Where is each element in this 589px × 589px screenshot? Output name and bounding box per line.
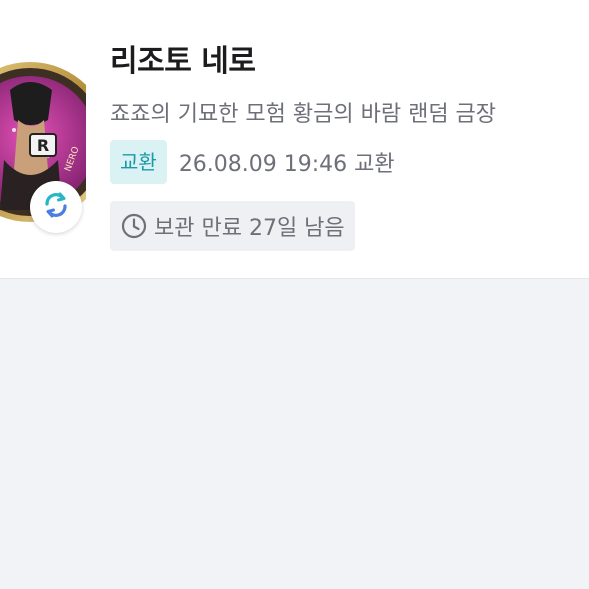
datetime-status: 26.08.09 19:46 교환 [178, 152, 395, 177]
status-row: 교환 26.08.09 19:46 교환 [110, 140, 395, 184]
exchange-badge: 교환 [110, 140, 167, 184]
item-description: 죠죠의 기묘한 모험 황금의 바람 랜덤 금장 [110, 102, 497, 127]
swap-icon [41, 190, 71, 224]
expiry-text: 보관 만료 27일 남음 [154, 216, 345, 241]
item-title: 리조토 네로 [110, 44, 256, 79]
swap-badge [30, 181, 82, 233]
item-card[interactable]: R NERO 리조토 네로 죠죠의 기묘한 모험 황금의 바람 랜덤 금장 교환… [0, 0, 589, 279]
thumbnail-letter: R [37, 136, 49, 155]
clock-icon [120, 212, 148, 240]
expiry-chip: 보관 만료 27일 남음 [110, 201, 355, 251]
